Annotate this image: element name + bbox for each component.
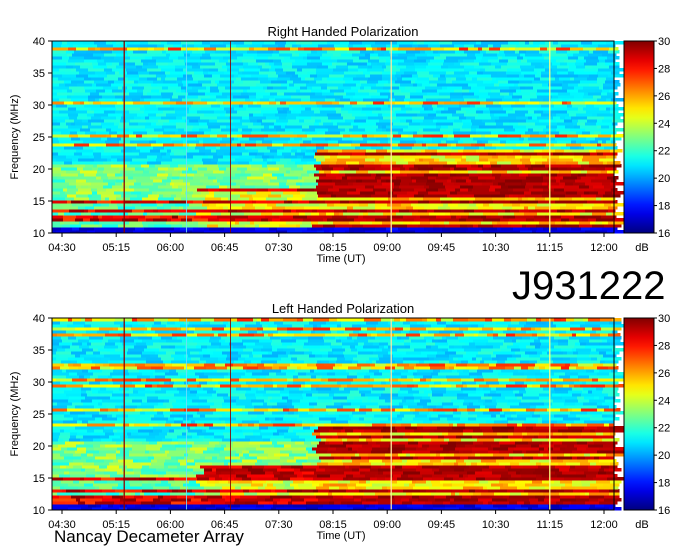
y-tick-label: 30 [33, 100, 45, 112]
y-tick-label: 20 [33, 164, 45, 176]
colorbar-tick-label: 28 [658, 63, 670, 75]
y-tick-label: 10 [33, 228, 45, 240]
y-tick-label: 40 [33, 36, 45, 48]
colorbar-tick-label: 16 [658, 505, 670, 517]
chart-title-left: Left Handed Polarization [272, 301, 414, 316]
y-axis-label: Frequency (MHz) [9, 95, 21, 180]
colorbar-tick-label: 22 [658, 423, 670, 435]
colorbar-right [623, 40, 655, 234]
x-tick-label: 10:30 [482, 519, 510, 531]
y-tick-label: 40 [33, 313, 45, 325]
colorbar-tick-label: 30 [658, 313, 670, 325]
x-tick-label: 11:15 [536, 242, 563, 254]
panel-right: Right Handed Polarization 10 15 20 25 30 35 40 0… [9, 24, 670, 265]
x-tick-label: 09:45 [428, 519, 456, 531]
x-axis-label: Time (UT) [316, 530, 365, 542]
x-tick-label: 05:15 [102, 242, 130, 254]
x-tick-label: 07:30 [265, 242, 293, 254]
y-tick-label: 30 [33, 377, 45, 389]
colorbar-tick-label: 26 [658, 368, 670, 380]
colorbar-tick-label: 22 [658, 146, 670, 158]
panel-left: Left Handed Polarization1015202530354004… [9, 301, 670, 542]
chart-title-right: Right Handed Polarization [267, 24, 418, 39]
y-tick-label: 15 [33, 473, 45, 485]
y-tick-label: 20 [33, 441, 45, 453]
x-tick-label: 04:30 [48, 242, 76, 254]
y-tick-label: 35 [33, 68, 45, 80]
colorbar-tick-label: 20 [658, 173, 670, 185]
colorbar-tick-label: 18 [658, 201, 670, 213]
x-tick-label: 12:00 [590, 242, 618, 254]
colorbar-label: dB [635, 519, 648, 531]
x-tick-label: 06:00 [157, 242, 185, 254]
y-tick-label: 35 [33, 345, 45, 357]
y-tick-label: 15 [33, 196, 45, 208]
y-tick-label: 25 [33, 409, 45, 421]
spectrogram-right [52, 41, 631, 234]
x-tick-label: 09:00 [373, 519, 401, 531]
x-tick-label: 11:15 [536, 519, 563, 531]
observatory-label: Nancay Decameter Array [54, 527, 244, 546]
colorbar-label: dB [635, 242, 648, 254]
spectrogram-left [52, 318, 628, 511]
colorbar-tick-label: 16 [658, 228, 670, 240]
y-axis-label: Frequency (MHz) [9, 372, 21, 457]
x-tick-label: 10:30 [482, 242, 510, 254]
colorbar-left [623, 317, 655, 511]
colorbar-tick-label: 30 [658, 36, 670, 48]
y-tick-label: 10 [33, 505, 45, 517]
colorbar-tick-label: 26 [658, 91, 670, 103]
colorbar-tick-label: 28 [658, 340, 670, 352]
x-tick-label: 09:45 [428, 242, 456, 254]
colorbar-tick-label: 24 [658, 395, 670, 407]
colorbar-tick-label: 20 [658, 450, 670, 462]
x-tick-label: 07:30 [265, 519, 293, 531]
y-tick-label: 25 [33, 132, 45, 144]
x-tick-label: 06:45 [211, 242, 239, 254]
x-axis-label: Time (UT) [316, 253, 365, 265]
x-tick-label: 12:00 [590, 519, 618, 531]
x-tick-label: 09:00 [373, 242, 401, 254]
colorbar-tick-label: 18 [658, 478, 670, 490]
colorbar-tick-label: 24 [658, 118, 670, 130]
observation-id: J931222 [512, 264, 666, 308]
